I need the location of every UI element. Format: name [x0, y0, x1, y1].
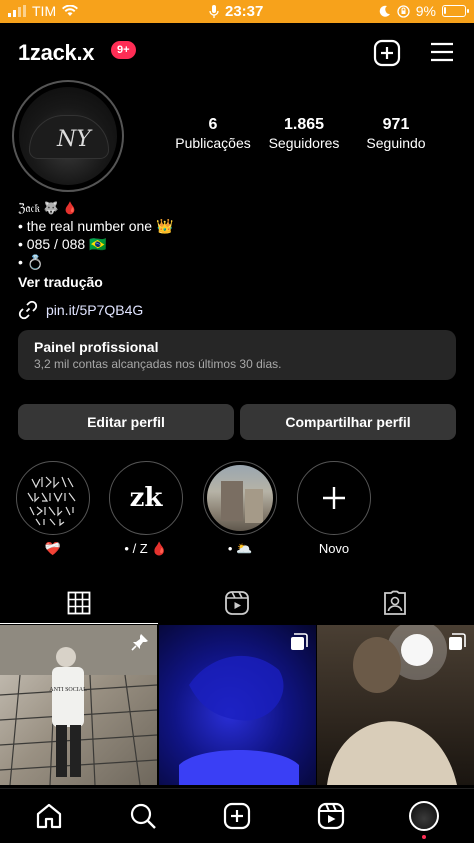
profile-avatar-icon	[409, 801, 439, 831]
nav-reels[interactable]	[316, 801, 346, 831]
post-thumbnail[interactable]: ANTI SOCIAL	[0, 625, 157, 785]
highlight-3-label: • 🌥️	[227, 541, 253, 556]
create-icon	[223, 802, 251, 830]
highlight-cover-zk: zk	[113, 465, 179, 531]
home-icon	[36, 803, 62, 829]
battery-percent: 9%	[415, 3, 436, 19]
profile-bio: ℨ𝔞𝔠𝔨 🐺 🩸 • the real number one 👑 • 085 /…	[18, 199, 173, 271]
bio-line-3: • 💍	[18, 254, 45, 270]
multiple-photos-icon	[291, 633, 308, 650]
cell-signal-icon	[8, 5, 26, 17]
see-translation-link[interactable]: Ver tradução	[18, 274, 103, 290]
following-stat[interactable]: 971 Seguindo	[356, 116, 436, 151]
orientation-lock-icon	[397, 4, 410, 18]
bottom-navigation	[0, 788, 474, 843]
highlight-2[interactable]: zk • / Z 🩸	[108, 461, 184, 557]
nav-profile[interactable]	[409, 801, 439, 839]
tab-reels[interactable]	[158, 582, 316, 624]
microphone-icon	[209, 4, 219, 18]
followers-stat[interactable]: 1.865 Seguidores	[262, 116, 346, 151]
posts-stat[interactable]: 6 Publicações	[170, 116, 256, 151]
panel-subtitle: 3,2 mil contas alcançadas nos últimos 30…	[34, 357, 282, 371]
posts-label: Publicações	[175, 135, 251, 151]
highlight-1-label: ❤️‍🩹	[44, 541, 62, 556]
share-profile-button[interactable]: Compartilhar perfil	[240, 404, 456, 440]
carrier-name: TIM	[32, 3, 57, 19]
professional-dashboard[interactable]: Painel profissional 3,2 mil contas alcan…	[18, 330, 456, 380]
following-label: Seguindo	[366, 135, 426, 151]
posts-grid: ANTI SOCIAL	[0, 625, 474, 785]
svg-text:ANTI SOCIAL: ANTI SOCIAL	[49, 687, 87, 693]
tab-posts-grid[interactable]	[0, 582, 158, 624]
post-thumbnail[interactable]	[317, 625, 474, 785]
moon-icon	[379, 5, 390, 17]
profile-username[interactable]: 1zack.x	[18, 40, 95, 66]
posts-count: 6	[208, 116, 218, 133]
profile-tabs	[0, 582, 474, 624]
tagged-icon	[384, 590, 406, 615]
create-post-icon[interactable]	[373, 39, 401, 67]
highlight-new[interactable]: Novo	[296, 461, 372, 556]
notifications-badge[interactable]: 9+	[111, 41, 136, 59]
pinned-icon	[131, 634, 148, 651]
search-icon	[130, 803, 156, 829]
highlight-1[interactable]: ❤️‍🩹	[15, 461, 91, 557]
hamburger-menu-icon[interactable]	[429, 40, 455, 64]
profile-avatar[interactable]: NY	[12, 80, 124, 192]
highlight-2-label: • / Z 🩸	[124, 541, 168, 556]
tab-tagged[interactable]	[316, 582, 474, 624]
link-text: pin.it/5P7QB4G	[46, 302, 144, 318]
add-highlight-icon	[301, 465, 367, 531]
bio-external-link[interactable]: pin.it/5P7QB4G	[18, 300, 143, 320]
highlight-3[interactable]: • 🌥️	[202, 461, 278, 557]
bio-line-1: • the real number one 👑	[18, 218, 174, 234]
nav-search[interactable]	[128, 801, 158, 831]
status-time: 23:37	[225, 3, 264, 20]
status-bar: TIM 23:37 9%	[0, 0, 474, 23]
followers-count: 1.865	[283, 116, 325, 133]
link-icon	[18, 300, 38, 320]
highlight-cover-runes	[20, 465, 86, 531]
post-thumbnail[interactable]	[159, 625, 316, 785]
profile-header: 1zack.x 9+	[0, 34, 474, 74]
edit-profile-button[interactable]: Editar perfil	[18, 404, 234, 440]
grid-icon	[67, 591, 91, 614]
notification-dot	[422, 835, 426, 839]
panel-title: Painel profissional	[34, 339, 159, 355]
bio-name: ℨ𝔞𝔠𝔨 🐺 🩸	[18, 201, 78, 215]
bio-line-2: • 085 / 088 🇧🇷	[18, 236, 107, 252]
highlight-new-label: Novo	[318, 541, 350, 556]
multiple-photos-icon	[449, 633, 466, 650]
avatar-image: NY	[19, 87, 117, 185]
reels-icon	[317, 802, 345, 830]
following-count: 971	[382, 116, 410, 133]
followers-label: Seguidores	[268, 135, 340, 151]
nav-create[interactable]	[222, 801, 252, 831]
reels-icon	[225, 591, 249, 615]
wifi-icon	[62, 5, 79, 16]
battery-icon	[442, 5, 469, 17]
nav-home[interactable]	[34, 801, 64, 831]
highlight-cover-building-photo	[207, 465, 273, 531]
